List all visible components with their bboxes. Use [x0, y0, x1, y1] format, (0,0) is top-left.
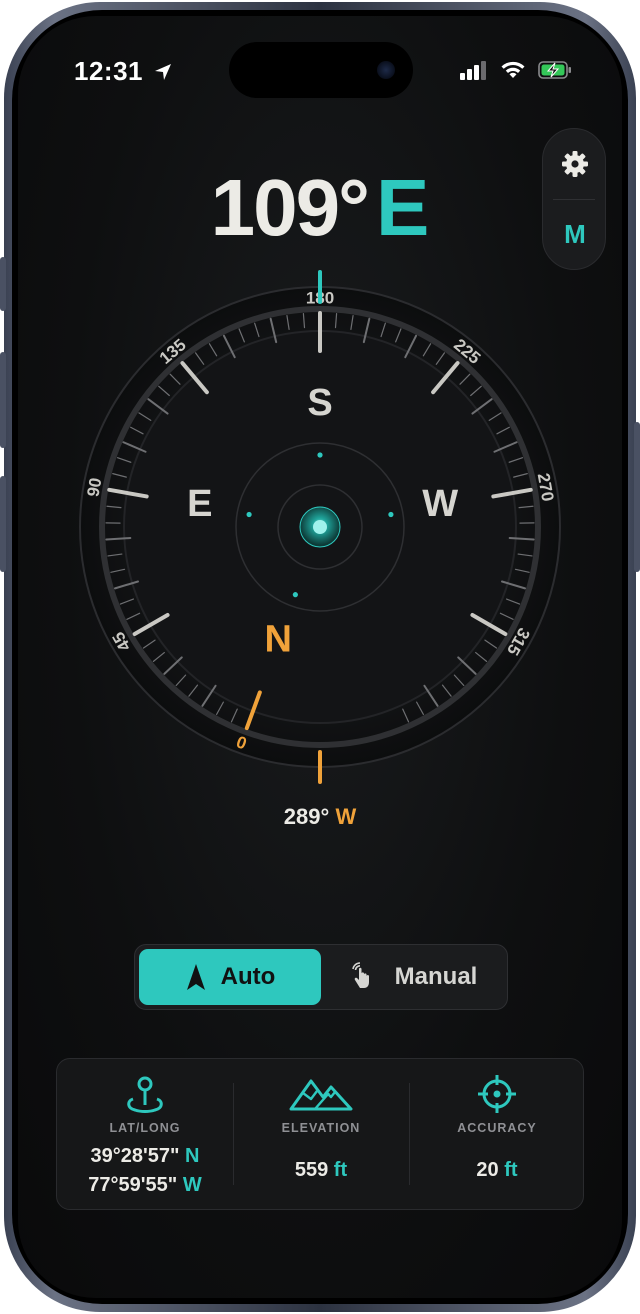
crosshair-icon	[409, 1073, 585, 1115]
latitude-value: 39°28'57" N	[57, 1145, 233, 1168]
elevation-value: 559 ft	[233, 1159, 409, 1182]
heading-degrees: 109°	[210, 163, 370, 252]
elevation-unit: ft	[333, 1159, 348, 1181]
hand-tap-icon	[351, 962, 369, 988]
mode-toggle: Auto Manual	[134, 944, 508, 1010]
accuracy-unit: ft	[504, 1159, 518, 1181]
action-button	[0, 257, 6, 311]
accuracy-label: ACCURACY	[457, 1121, 537, 1135]
back-bearing-readout: 289° W	[18, 804, 622, 830]
latitude-text: 39°28'57"	[90, 1145, 180, 1167]
wifi-icon	[501, 61, 525, 78]
app-screen: 04590135180225270315NESW 12:31 109°E	[18, 16, 622, 1298]
navigation-arrow-icon	[186, 964, 205, 990]
status-icons	[460, 60, 572, 80]
accuracy-value: 20 ft	[409, 1159, 585, 1182]
dynamic-island	[229, 42, 413, 98]
cardinal-label-south: S	[307, 382, 332, 424]
elevation-column: ELEVATION 559 ft	[233, 1059, 409, 1211]
cardinal-label-east: E	[187, 483, 212, 525]
accuracy-column: ACCURACY 20 ft	[409, 1059, 585, 1211]
longitude-direction: W	[182, 1174, 202, 1196]
location-info-card: LAT/LONG 39°28'57" N 77°59'55" W ELEVATI…	[56, 1058, 584, 1210]
cardinal-label-north: N	[265, 619, 292, 661]
cardinal-dot	[246, 511, 252, 518]
cardinal-label-west: W	[422, 483, 458, 525]
power-button	[634, 422, 640, 572]
latlong-label: LAT/LONG	[109, 1121, 181, 1135]
location-pin-icon	[57, 1073, 233, 1115]
volume-down-button	[0, 476, 6, 572]
elevation-number: 559	[294, 1159, 329, 1181]
mountains-icon	[233, 1073, 409, 1115]
latitude-direction: N	[185, 1145, 200, 1167]
latlong-column: LAT/LONG 39°28'57" N 77°59'55" W	[57, 1059, 233, 1211]
camera-icon	[377, 61, 395, 79]
compass-hub-center	[313, 520, 327, 534]
degree-tick	[508, 537, 535, 541]
signal-bars-icon	[460, 61, 486, 80]
mode-m-button[interactable]: M	[543, 201, 607, 267]
degree-tick	[105, 537, 132, 541]
back-bearing-degrees: 289°	[283, 804, 330, 829]
gear-icon	[562, 151, 588, 177]
degree-label: 90	[83, 476, 105, 498]
status-time: 12:31	[74, 56, 173, 87]
longitude-text: 77°59'55"	[88, 1174, 178, 1196]
battery-charging-icon	[538, 61, 571, 79]
status-time-text: 12:31	[74, 56, 143, 86]
location-arrow-icon	[154, 64, 171, 80]
heading-readout: 109° E	[18, 162, 622, 254]
auto-mode-button[interactable]: Auto	[139, 949, 321, 1005]
cardinal-dot	[292, 592, 298, 598]
heading-direction: E	[376, 163, 430, 252]
cardinal-dot	[317, 452, 323, 458]
volume-up-button	[0, 352, 6, 448]
auto-mode-label: Auto	[220, 963, 276, 990]
side-panel-divider	[553, 199, 595, 200]
elevation-label: ELEVATION	[281, 1121, 361, 1135]
back-bearing-direction: W	[335, 804, 357, 829]
accuracy-number: 20	[476, 1159, 499, 1181]
manual-mode-label: Manual	[394, 963, 478, 990]
longitude-value: 77°59'55" W	[57, 1174, 233, 1197]
settings-button[interactable]	[543, 129, 607, 199]
cardinal-dot	[388, 511, 394, 518]
side-panel: M	[542, 128, 606, 270]
manual-mode-button[interactable]: Manual	[321, 949, 503, 1005]
